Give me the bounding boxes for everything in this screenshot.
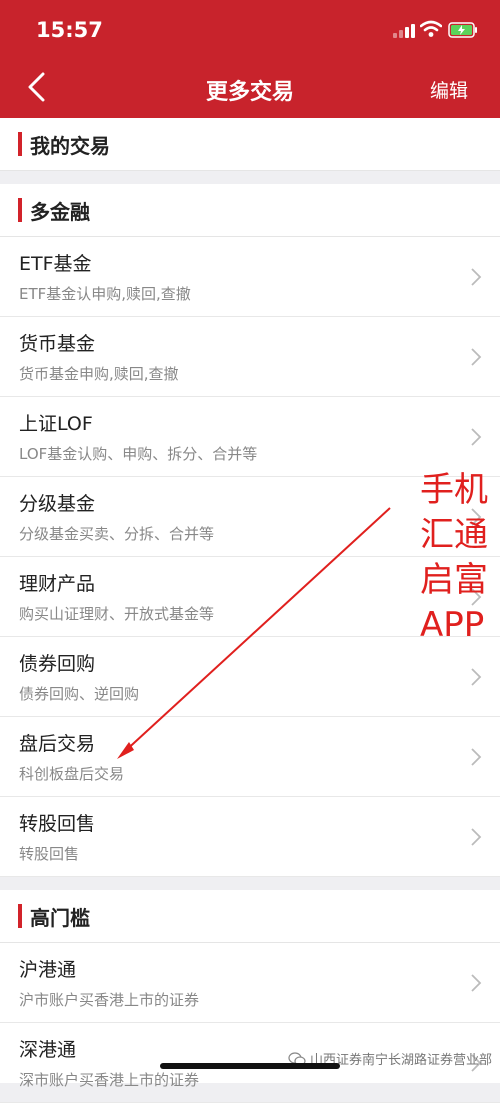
annotation-line: 手机 xyxy=(420,470,488,510)
item-desc: 债券回购、逆回购 xyxy=(19,685,140,703)
item-name: 货币基金 xyxy=(19,333,96,355)
cellular-signal-icon xyxy=(393,24,415,38)
section-accent-bar xyxy=(18,132,22,156)
item-name: 理财产品 xyxy=(19,573,96,595)
item-name: 债券回购 xyxy=(19,653,96,675)
section-title: 高门槛 xyxy=(30,905,90,930)
edit-button[interactable]: 编辑 xyxy=(430,76,468,103)
app-header: 15:57 更多交易 编辑 xyxy=(0,0,500,118)
section-my-trades: 我的交易 xyxy=(0,118,500,171)
item-name: 转股回售 xyxy=(19,813,96,835)
item-name: 盘后交易 xyxy=(19,733,96,755)
list-item-after-hours[interactable]: 盘后交易 科创板盘后交易 xyxy=(0,717,500,797)
chevron-right-icon xyxy=(471,748,482,766)
home-indicator[interactable] xyxy=(160,1063,340,1069)
list-item-conversion-putback[interactable]: 转股回售 转股回售 xyxy=(0,797,500,877)
item-name: 沪港通 xyxy=(19,959,77,981)
item-desc: 分级基金买卖、分拆、合并等 xyxy=(19,525,215,543)
list-item-money-fund[interactable]: 货币基金 货币基金申购,赎回,查撤 xyxy=(0,317,500,397)
list-item-sh-hk-connect[interactable]: 沪港通 沪市账户买香港上市的证券 xyxy=(0,943,500,1023)
item-desc: ETF基金认申购,赎回,查撤 xyxy=(19,285,191,303)
battery-icon xyxy=(448,22,477,38)
section-header[interactable]: 我的交易 xyxy=(0,118,500,171)
chevron-right-icon xyxy=(471,428,482,446)
annotation-line: APP xyxy=(420,605,485,645)
item-desc: 转股回售 xyxy=(19,845,80,863)
item-desc: LOF基金认购、申购、拆分、合并等 xyxy=(19,445,258,463)
chevron-right-icon xyxy=(471,668,482,686)
item-desc: 货币基金申购,赎回,查撤 xyxy=(19,365,179,383)
page-title: 更多交易 xyxy=(205,80,294,105)
status-time: 15:57 xyxy=(36,18,103,42)
chevron-right-icon xyxy=(471,828,482,846)
list-item-sh-lof[interactable]: 上证LOF LOF基金认购、申购、拆分、合并等 xyxy=(0,397,500,477)
item-desc: 沪市账户买香港上市的证券 xyxy=(19,991,200,1009)
annotation-line: 汇通 xyxy=(420,515,488,555)
chevron-right-icon xyxy=(471,348,482,366)
section-header: 多金融 xyxy=(0,184,500,237)
list-item-bond-repo[interactable]: 债券回购 债券回购、逆回购 xyxy=(0,637,500,717)
section-title: 我的交易 xyxy=(30,133,110,158)
item-name: 上证LOF xyxy=(19,413,93,435)
annotation-text: 手机 汇通 启富 APP xyxy=(420,468,500,648)
chevron-right-icon xyxy=(471,268,482,286)
item-desc: 深市账户买香港上市的证券 xyxy=(19,1071,200,1089)
item-desc: 购买山证理财、开放式基金等 xyxy=(19,605,215,623)
chevron-right-icon xyxy=(471,974,482,992)
section-accent-bar xyxy=(18,904,22,928)
wifi-icon xyxy=(420,20,442,37)
section-header: 高门槛 xyxy=(0,890,500,943)
annotation-line: 启富 xyxy=(420,560,488,600)
item-desc: 科创板盘后交易 xyxy=(19,765,125,783)
item-name: 分级基金 xyxy=(19,493,96,515)
section-accent-bar xyxy=(18,198,22,222)
item-name: 深港通 xyxy=(19,1039,77,1061)
item-name: ETF基金 xyxy=(19,253,92,275)
section-title: 多金融 xyxy=(30,199,90,224)
list-item-etf-fund[interactable]: ETF基金 ETF基金认申购,赎回,查撤 xyxy=(0,237,500,317)
